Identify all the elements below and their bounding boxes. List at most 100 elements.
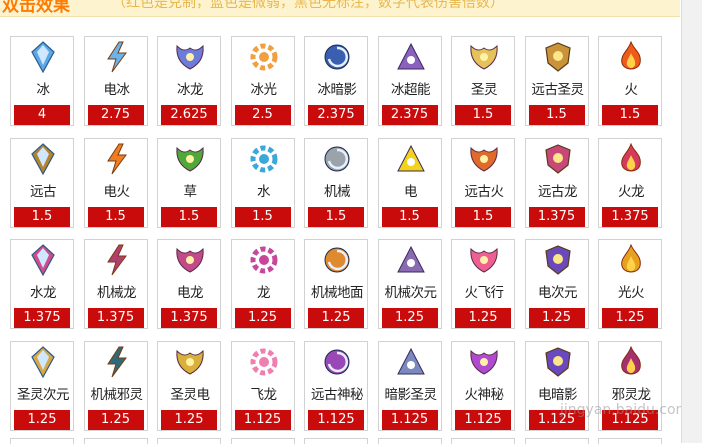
electric-fire-icon	[101, 142, 133, 176]
attribute-name: 火神秘	[464, 386, 505, 403]
multiplier-value: 1.5	[455, 105, 511, 125]
attribute-name: 龙	[257, 285, 271, 301]
multiplier-value: 1.25	[308, 308, 364, 328]
attribute-name: 远古火	[464, 183, 505, 200]
electric-shadow-icon	[542, 345, 574, 379]
attribute-name: 冰龙	[177, 82, 204, 98]
vertical-scrollbar[interactable]	[681, 0, 702, 443]
multiplier-value: 1.125	[308, 409, 364, 430]
attribute-card: 电龙 1.375	[157, 239, 221, 329]
multiplier-value: 1.5	[234, 206, 291, 227]
attribute-card: 光火 1.25	[598, 239, 662, 329]
evil-dragon-icon	[615, 345, 647, 379]
attribute-card: 火神秘 1.125	[451, 340, 515, 431]
attribute-name: 远古龙	[538, 183, 578, 200]
multiplier-value: 1.5	[602, 105, 658, 125]
attribute-card: 机械次元 1.25	[377, 239, 442, 329]
dragon-icon	[248, 243, 280, 277]
multiplier-value: 1.375	[528, 206, 585, 227]
mech-ground-icon	[321, 243, 353, 277]
next-row-card-edge	[598, 438, 662, 444]
attribute-name: 圣灵次元	[17, 386, 70, 403]
attribute-name: 冰超能	[391, 82, 431, 98]
attribute-card: 电次元 1.25	[524, 239, 589, 329]
attribute-name: 机械次元	[384, 285, 438, 301]
electric-dragon-icon	[174, 243, 206, 277]
attribute-card: 远古 1.5	[10, 137, 74, 228]
attribute-name: 邪灵龙	[611, 386, 652, 403]
attribute-card: 冰龙 2.625	[157, 36, 221, 126]
attribute-card: 冰光 2.5	[230, 36, 295, 126]
attribute-card: 机械龙 1.375	[83, 239, 148, 329]
next-row-card-edge	[451, 438, 515, 444]
attribute-card: 水 1.5	[230, 137, 295, 228]
multiplier-value: 1.5	[14, 206, 70, 227]
fire-flying-icon	[468, 243, 500, 277]
multiplier-value: 2.5	[234, 105, 291, 125]
multiplier-value: 1.5	[381, 206, 438, 227]
fire-icon	[615, 40, 647, 74]
multiplier-value: 1.25	[455, 308, 511, 328]
attribute-name: 火	[624, 82, 639, 98]
electric-ice-icon	[101, 40, 133, 74]
holy-spirit-icon	[468, 40, 500, 74]
attribute-card: 远古龙 1.375	[524, 137, 589, 228]
attribute-name: 圣灵	[471, 82, 498, 98]
attribute-card: 电火 1.5	[83, 137, 148, 228]
multiplier-value: 1.25	[381, 308, 438, 328]
multiplier-value: 2.75	[87, 105, 144, 125]
multiplier-value: 2.375	[381, 105, 438, 125]
attribute-name: 光火	[618, 285, 645, 301]
attribute-name: 暗影圣灵	[384, 386, 438, 403]
multiplier-value: 1.125	[455, 409, 511, 430]
multiplier-value: 4	[14, 105, 70, 125]
attribute-name: 远古	[30, 183, 57, 200]
attribute-name: 电龙	[177, 285, 204, 301]
attribute-name: 电暗影	[538, 386, 578, 403]
attribute-card: 火龙 1.375	[598, 137, 662, 228]
attribute-card: 远古神秘 1.125	[304, 340, 368, 431]
attribute-card: 圣灵电 1.25	[157, 340, 221, 431]
multiplier-value: 1.125	[381, 409, 438, 430]
attribute-name: 电火	[103, 183, 131, 200]
attribute-card: 圣灵次元 1.25	[10, 340, 74, 431]
mechanical-wrench-icon	[321, 142, 353, 176]
ice-dragon-icon	[174, 40, 206, 74]
attribute-card: 电冰 2.75	[83, 36, 148, 126]
attribute-card: 暗影圣灵 1.125	[377, 340, 442, 431]
mech-dimension-icon	[395, 243, 427, 277]
ancient-mystery-icon	[321, 345, 353, 379]
ancient-holy-icon	[542, 40, 574, 74]
holy-electric-icon	[174, 345, 206, 379]
attribute-name: 水龙	[30, 285, 57, 301]
attribute-name: 冰光	[250, 82, 278, 98]
next-row-card-edge	[10, 438, 74, 444]
ice-psychic-icon	[395, 40, 427, 74]
multiplier-value: 1.25	[602, 308, 658, 328]
attribute-card: 冰4	[10, 36, 74, 126]
multiplier-value: 1.5	[308, 206, 364, 227]
attribute-card: 草 1.5	[157, 137, 221, 228]
next-row-card-edge	[304, 438, 368, 444]
attribute-name: 机械邪灵	[90, 386, 144, 403]
flying-dragon-icon	[248, 345, 280, 379]
watermark: jingyan.baidu.com	[560, 402, 690, 418]
ancient-dragon-icon	[542, 142, 574, 176]
attribute-name: 火飞行	[464, 285, 505, 301]
attribute-card: 机械地面 1.25	[304, 239, 368, 329]
fire-dragon-icon	[615, 142, 647, 176]
next-row-card-edge	[83, 438, 148, 444]
ancient-fire-icon	[468, 142, 500, 176]
multiplier-value: 1.375	[602, 206, 658, 227]
ice-shadow-icon	[321, 40, 353, 74]
attribute-card: 火飞行 1.25	[451, 239, 515, 329]
attribute-card: 机械邪灵 1.25	[83, 340, 148, 431]
attribute-card: 冰超能 2.375	[377, 36, 442, 126]
multiplier-value: 1.25	[528, 308, 585, 328]
attribute-card: 电 1.5	[377, 137, 442, 228]
attribute-name: 电	[404, 183, 418, 200]
attribute-card: 机械 1.5	[304, 137, 368, 228]
attribute-card: 冰暗影 2.375	[304, 36, 368, 126]
fire-mystery-icon	[468, 345, 500, 379]
multiplier-value: 1.25	[234, 308, 291, 328]
